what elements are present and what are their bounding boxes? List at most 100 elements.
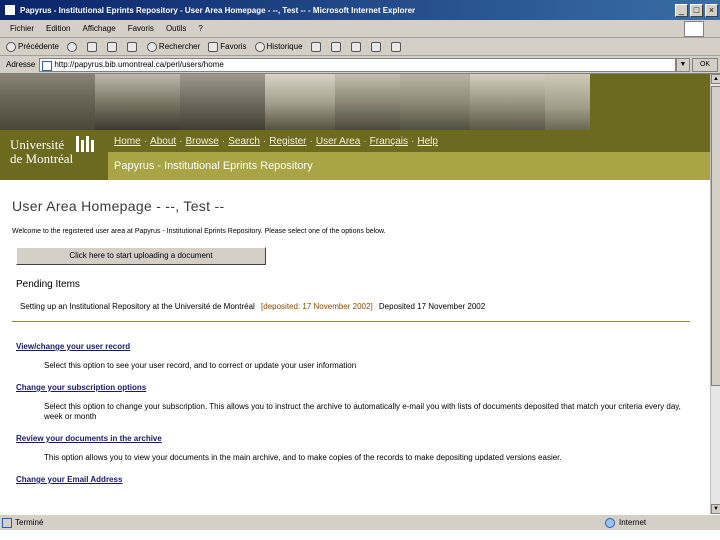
pending-item-deposited-tag: [deposited: 17 November 2002] <box>261 302 373 311</box>
site-subtitle: Papyrus - Institutional Eprints Reposito… <box>114 160 313 172</box>
logo-line1: Université <box>10 137 65 152</box>
print-icon <box>330 41 341 52</box>
campus-photo <box>400 74 470 130</box>
campus-photo <box>335 74 400 130</box>
change-subscription-desc: Select this option to change your subscr… <box>44 402 681 421</box>
maximize-button[interactable]: □ <box>690 3 703 17</box>
messenger-icon <box>390 41 401 52</box>
status-bar: Terminé Internet <box>0 514 720 530</box>
windows-logo-icon <box>684 21 704 37</box>
status-text: Terminé <box>15 518 44 527</box>
url-dropdown-button[interactable]: ▼ <box>676 57 690 72</box>
favorites-label: Favoris <box>220 42 247 51</box>
site-nav: Home · About · Browse · Search · Register · U… <box>108 130 710 152</box>
web-page: Université de Montréal Home · About · Brow… <box>0 74 710 514</box>
change-email-link[interactable]: Change your Email Address <box>16 475 702 484</box>
nav-browse[interactable]: Browse <box>186 136 219 147</box>
view-user-record-link[interactable]: View/change your user record <box>16 342 702 351</box>
home-icon <box>126 41 137 52</box>
scroll-down-icon[interactable]: ▼ <box>711 504 720 514</box>
vertical-scrollbar[interactable]: ▲ ▼ <box>710 74 720 514</box>
photo-banner <box>0 74 710 130</box>
history-button[interactable]: Historique <box>254 41 303 52</box>
nav-home[interactable]: Home <box>114 136 141 147</box>
menu-tools[interactable]: Outils <box>166 24 186 33</box>
menu-help[interactable]: ? <box>198 24 202 33</box>
view-user-record-desc: Select this option to see your user reco… <box>44 361 357 370</box>
scroll-up-icon[interactable]: ▲ <box>711 74 720 84</box>
security-zone: Internet <box>605 517 647 528</box>
discuss-icon <box>370 41 381 52</box>
start-upload-button[interactable]: Click here to start uploading a document <box>16 247 266 265</box>
search-button[interactable]: Rechercher <box>146 41 201 52</box>
divider <box>12 321 690 322</box>
change-subscription-link[interactable]: Change your subscription options <box>16 383 702 392</box>
discuss-button[interactable] <box>370 41 383 52</box>
refresh-icon <box>106 41 117 52</box>
menu-view[interactable]: Affichage <box>82 24 115 33</box>
back-button[interactable]: Précédente <box>6 41 59 52</box>
campus-photo <box>180 74 265 130</box>
history-label: Historique <box>266 42 303 51</box>
pending-item-deposited-text: Deposited 17 November 2002 <box>378 302 486 311</box>
address-label: Adresse <box>6 60 36 69</box>
pending-item[interactable]: Setting up an Institutional Repository a… <box>20 302 702 311</box>
nav-about[interactable]: About <box>150 136 176 147</box>
campus-photo <box>0 74 95 130</box>
back-label: Précédente <box>18 42 59 51</box>
menu-favorites[interactable]: Favoris <box>128 24 154 33</box>
page-title: User Area Homepage - --, Test -- <box>12 198 225 214</box>
logo-line2: de Montréal <box>10 151 74 166</box>
favorites-icon <box>208 41 219 52</box>
history-icon <box>254 41 265 52</box>
stop-button[interactable] <box>86 41 99 52</box>
ie-app-icon <box>4 4 16 16</box>
edit-icon <box>350 41 361 52</box>
home-button[interactable] <box>126 41 139 52</box>
pending-item-title[interactable]: Setting up an Institutional Repository a… <box>20 302 255 311</box>
favorites-button[interactable]: Favoris <box>208 41 247 52</box>
forward-arrow-icon <box>66 41 77 52</box>
window-title: Papyrus - Institutional Eprints Reposito… <box>20 5 416 15</box>
address-bar: Adresse http://papyrus.bib.umontreal.ca/… <box>0 56 720 74</box>
nav-user-area[interactable]: User Area <box>316 136 360 147</box>
mail-button[interactable] <box>310 41 323 52</box>
main-content: User Area Homepage - --, Test -- Welcome… <box>12 198 702 494</box>
stop-icon <box>86 41 97 52</box>
window-titlebar: Papyrus - Institutional Eprints Reposito… <box>0 0 720 20</box>
nav-francais[interactable]: Français <box>370 136 408 147</box>
globe-icon <box>605 517 615 528</box>
campus-photo <box>265 74 335 130</box>
site-subtitle-bar: Papyrus - Institutional Eprints Reposito… <box>108 152 710 180</box>
menu-bar: Fichier Edition Affichage Favoris Outils… <box>0 20 720 38</box>
review-documents-desc: This option allows you to view your docu… <box>44 453 562 462</box>
scroll-thumb[interactable] <box>711 86 720 386</box>
intro-text: Welcome to the registered user area at P… <box>12 228 386 235</box>
bottom-strip <box>0 530 720 540</box>
campus-photo <box>95 74 180 130</box>
menu-edit[interactable]: Edition <box>46 24 70 33</box>
refresh-button[interactable] <box>106 41 119 52</box>
search-label: Rechercher <box>158 42 201 51</box>
nav-help[interactable]: Help <box>417 136 438 147</box>
search-icon <box>146 41 157 52</box>
url-input[interactable]: http://papyrus.bib.umontreal.ca/perl/use… <box>39 57 676 72</box>
review-documents-link[interactable]: Review your documents in the archive <box>16 434 702 443</box>
minimize-button[interactable]: _ <box>675 3 688 17</box>
pending-items-heading: Pending Items <box>16 279 80 290</box>
mail-icon <box>310 41 321 52</box>
university-logo[interactable]: Université de Montréal <box>0 130 108 180</box>
menu-file[interactable]: Fichier <box>10 24 34 33</box>
messenger-button[interactable] <box>390 41 403 52</box>
campus-photo <box>545 74 590 130</box>
go-button[interactable]: OK <box>692 57 718 72</box>
nav-register[interactable]: Register <box>269 136 306 147</box>
edit-button[interactable] <box>350 41 363 52</box>
print-button[interactable] <box>330 41 343 52</box>
back-arrow-icon <box>6 41 16 52</box>
zone-label: Internet <box>619 518 647 527</box>
close-button[interactable]: × <box>705 3 718 17</box>
campus-photo <box>470 74 545 130</box>
forward-button[interactable] <box>66 41 79 52</box>
nav-search[interactable]: Search <box>228 136 260 147</box>
